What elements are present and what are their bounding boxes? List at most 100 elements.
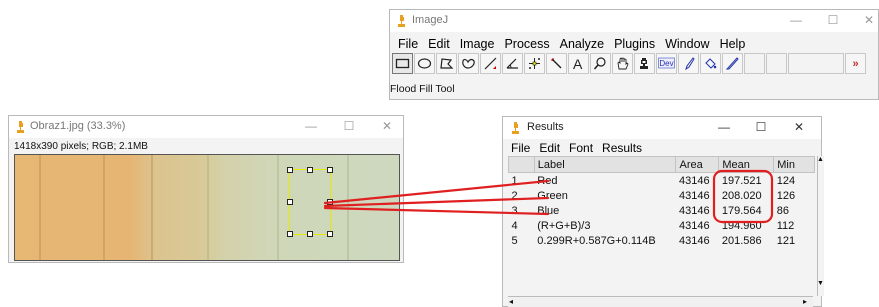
column-header-min[interactable]: Min bbox=[773, 156, 815, 173]
results-menu-font[interactable]: Font bbox=[569, 141, 593, 155]
close-button[interactable]: ✕ bbox=[380, 119, 394, 133]
menu-process[interactable]: Process bbox=[504, 37, 549, 51]
oval-selection-tool[interactable] bbox=[414, 53, 435, 74]
menu-window[interactable]: Window bbox=[665, 37, 709, 51]
row-min: 124 bbox=[776, 174, 796, 187]
results-menu-file[interactable]: File bbox=[511, 141, 530, 155]
image-window-titlebar[interactable]: Obraz1.jpg (33.3%) — ☐ ✕ bbox=[9, 116, 403, 138]
svg-text:A: A bbox=[573, 57, 583, 70]
dev-menu-tool[interactable]: Dev bbox=[656, 53, 677, 74]
row-area: 43146 bbox=[678, 204, 710, 217]
menu-image[interactable]: Image bbox=[460, 37, 495, 51]
vertical-scrollbar[interactable]: ▲ ▼ bbox=[817, 156, 824, 296]
table-row[interactable]: 5 0.299R+0.587G+0.114B 43146 201.586 121 bbox=[509, 233, 815, 248]
rectangle-selection-roi[interactable] bbox=[287, 167, 333, 237]
selection-handle[interactable] bbox=[287, 167, 293, 173]
pencil-icon bbox=[725, 57, 739, 70]
imagej-main-window: ImageJ — ☐ ✕ File Edit Image Process Ana… bbox=[389, 9, 879, 100]
column-header-label[interactable]: Label bbox=[533, 156, 677, 173]
imagej-app-icon bbox=[512, 122, 519, 134]
selection-handle[interactable] bbox=[327, 231, 333, 237]
multi-point-tool[interactable] bbox=[524, 53, 545, 74]
dev-label: Dev bbox=[659, 59, 674, 68]
close-button[interactable]: ✕ bbox=[792, 120, 806, 134]
polygon-selection-tool[interactable] bbox=[436, 53, 457, 74]
row-area: 43146 bbox=[678, 219, 710, 232]
table-header-row: Label Area Mean Min bbox=[508, 156, 815, 173]
selection-handle[interactable] bbox=[307, 167, 313, 173]
row-area: 43146 bbox=[678, 189, 710, 202]
maximize-button[interactable]: ☐ bbox=[754, 120, 768, 134]
image-canvas[interactable] bbox=[14, 154, 400, 261]
results-menu-results[interactable]: Results bbox=[602, 141, 642, 155]
minimize-button[interactable]: — bbox=[304, 119, 318, 133]
row-index: 3 bbox=[511, 204, 518, 217]
wand-tool[interactable] bbox=[546, 53, 567, 74]
strip-divider bbox=[207, 155, 209, 260]
scroll-up-icon[interactable]: ▲ bbox=[817, 156, 824, 163]
menu-edit[interactable]: Edit bbox=[428, 37, 450, 51]
row-mean: 197.521 bbox=[721, 174, 762, 187]
pencil-tool[interactable] bbox=[722, 53, 743, 74]
results-menu-edit[interactable]: Edit bbox=[539, 141, 560, 155]
row-index: 4 bbox=[511, 219, 518, 232]
maximize-button[interactable]: ☐ bbox=[342, 119, 356, 133]
scroll-right-icon[interactable]: ▸ bbox=[803, 297, 807, 306]
results-titlebar[interactable]: Results — ☐ ✕ bbox=[503, 117, 821, 139]
selection-handle[interactable] bbox=[327, 199, 333, 205]
column-header-index[interactable] bbox=[508, 156, 535, 173]
scroll-down-icon[interactable]: ▼ bbox=[817, 280, 824, 287]
row-label: Red bbox=[537, 174, 558, 187]
angle-tool[interactable] bbox=[502, 53, 523, 74]
minimize-button[interactable]: — bbox=[789, 13, 803, 27]
selection-handle[interactable] bbox=[327, 167, 333, 173]
imagej-titlebar[interactable]: ImageJ — ☐ ✕ bbox=[390, 10, 878, 32]
rectangle-selection-tool[interactable] bbox=[392, 53, 413, 74]
empty-tool-slot[interactable] bbox=[744, 53, 765, 74]
minimize-button[interactable]: — bbox=[717, 120, 731, 134]
menu-plugins[interactable]: Plugins bbox=[614, 37, 655, 51]
column-header-area[interactable]: Area bbox=[675, 156, 720, 173]
straight-line-tool[interactable] bbox=[480, 53, 501, 74]
row-mean: 201.586 bbox=[721, 234, 762, 247]
freehand-selection-tool[interactable] bbox=[458, 53, 479, 74]
menu-analyze[interactable]: Analyze bbox=[560, 37, 604, 51]
column-header-mean[interactable]: Mean bbox=[718, 156, 775, 173]
table-row[interactable]: 1 Red 43146 197.521 124 bbox=[509, 173, 815, 189]
empty-tool-slot[interactable] bbox=[766, 53, 787, 74]
selection-handle[interactable] bbox=[307, 231, 313, 237]
table-row[interactable]: 4 (R+G+B)/3 43146 194.960 112 bbox=[509, 218, 815, 233]
wand-icon bbox=[551, 58, 562, 69]
strip-divider bbox=[277, 155, 279, 260]
imagej-app-icon bbox=[398, 15, 405, 27]
close-button[interactable]: ✕ bbox=[862, 13, 876, 27]
status-bar: Flood Fill Tool bbox=[390, 83, 455, 95]
results-table[interactable]: Label Area Mean Min 1 Red 43146 197.521 … bbox=[508, 156, 815, 248]
magnifying-glass-tool[interactable] bbox=[590, 53, 611, 74]
more-tools-button[interactable]: » bbox=[845, 53, 866, 74]
scrolling-tool[interactable] bbox=[612, 53, 633, 74]
freehand-icon bbox=[462, 58, 475, 69]
row-label: (R+G+B)/3 bbox=[537, 219, 591, 232]
maximize-button[interactable]: ☐ bbox=[826, 13, 840, 27]
selection-handle[interactable] bbox=[287, 199, 293, 205]
empty-tool-slot[interactable] bbox=[788, 53, 844, 74]
row-mean: 208.020 bbox=[721, 189, 762, 202]
scroll-left-icon[interactable]: ◂ bbox=[509, 297, 513, 306]
imagej-title: ImageJ bbox=[412, 14, 449, 26]
row-label: Green bbox=[537, 189, 568, 202]
row-label: Blue bbox=[537, 204, 560, 217]
row-min: 126 bbox=[776, 189, 796, 202]
color-picker-tool[interactable] bbox=[634, 53, 655, 74]
strip-divider bbox=[151, 155, 153, 260]
flood-filler-tool[interactable] bbox=[700, 53, 721, 74]
menu-file[interactable]: File bbox=[398, 37, 418, 51]
row-index: 5 bbox=[511, 234, 518, 247]
table-row[interactable]: 3 Blue 43146 179.564 86 bbox=[509, 203, 815, 218]
table-row[interactable]: 2 Green 43146 208.020 126 bbox=[509, 188, 815, 203]
selection-handle[interactable] bbox=[287, 231, 293, 237]
horizontal-scrollbar[interactable]: ◂ ▸ bbox=[508, 296, 813, 307]
text-tool[interactable]: A bbox=[568, 53, 589, 74]
brush-tool[interactable] bbox=[678, 53, 699, 74]
menu-help[interactable]: Help bbox=[720, 37, 746, 51]
